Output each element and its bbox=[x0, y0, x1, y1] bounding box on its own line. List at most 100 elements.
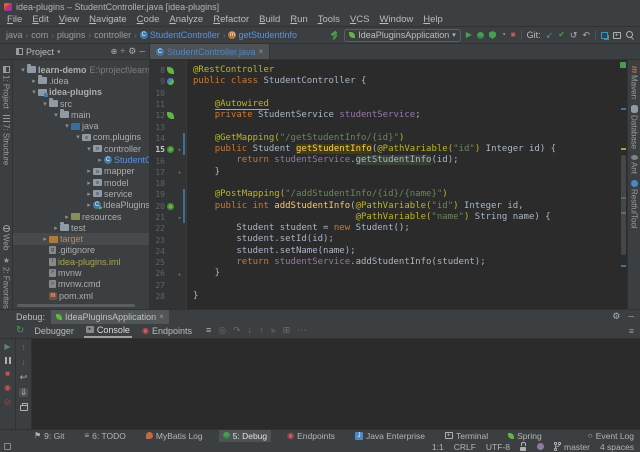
bottom-toolwindow-java-enterprise[interactable]: JJava Enterprise bbox=[351, 430, 429, 442]
chevron-down-icon[interactable]: ▾ bbox=[41, 100, 49, 108]
terminal-icon[interactable]: ▸ bbox=[613, 32, 621, 39]
coverage-icon[interactable] bbox=[489, 31, 496, 39]
pause-icon[interactable] bbox=[5, 357, 11, 364]
chevron-down-icon[interactable]: ▾ bbox=[57, 48, 61, 56]
spring-leaf-icon[interactable] bbox=[167, 67, 174, 74]
view-breakpoints-icon[interactable]: ◉ bbox=[4, 384, 11, 392]
bottom-toolwindow-5-debug[interactable]: 5: Debug bbox=[219, 430, 272, 442]
menu-edit[interactable]: Edit bbox=[27, 14, 53, 25]
chevron-down-icon[interactable]: ▾ bbox=[74, 133, 82, 141]
line-separator[interactable]: CRLF bbox=[454, 442, 476, 452]
fold-close-icon[interactable]: ▴ bbox=[175, 270, 184, 278]
toolwindow-button-7-structure[interactable]: 7: Structure bbox=[2, 115, 11, 165]
event-log-button[interactable]: ○Event Log bbox=[588, 431, 634, 441]
breadcrumb-com[interactable]: com bbox=[31, 30, 48, 40]
close-icon[interactable]: × bbox=[259, 47, 264, 56]
chevron-right-icon[interactable]: ▸ bbox=[85, 201, 93, 209]
debug-tab-endpoints[interactable]: ◉Endpoints bbox=[140, 325, 194, 337]
tree-horizontal-scrollbar[interactable] bbox=[17, 304, 135, 307]
spring-bean-icon[interactable] bbox=[167, 78, 174, 85]
chevron-down-icon[interactable]: ▾ bbox=[19, 66, 27, 74]
run-config-selector[interactable]: IdeaPluginsApplication▾ bbox=[344, 29, 461, 42]
bottom-toolwindow-6-todo[interactable]: ≡6: TODO bbox=[80, 430, 129, 442]
editor-gutter[interactable]: 89101112131415▾1617▴18192021▾2223242526▴… bbox=[150, 60, 187, 309]
breadcrumb-studentcontroller[interactable]: CStudentController bbox=[140, 30, 220, 40]
debug-session-tab[interactable]: IdeaPluginsApplication × bbox=[51, 310, 169, 324]
tree-item-service[interactable]: ▸service bbox=[13, 188, 149, 199]
tree-item-com-plugins[interactable]: ▾com.plugins bbox=[13, 132, 149, 143]
run-to-cursor-icon[interactable]: » bbox=[271, 326, 276, 335]
menu-refactor[interactable]: Refactor bbox=[208, 14, 254, 25]
toolwindow-button-2-favorites[interactable]: ★2: Favorites bbox=[2, 256, 11, 309]
step-out-icon[interactable]: ↑ bbox=[259, 326, 264, 335]
chevron-down-icon[interactable]: ▾ bbox=[52, 111, 60, 119]
git-update-icon[interactable]: ↙ bbox=[546, 31, 554, 40]
close-icon[interactable]: × bbox=[159, 312, 164, 321]
menu-view[interactable]: View bbox=[54, 14, 84, 25]
stop-icon[interactable]: ■ bbox=[5, 370, 10, 378]
tree-item-idea-plugins[interactable]: ▾idea-plugins bbox=[13, 87, 149, 98]
rerun-icon[interactable]: ↻ bbox=[16, 326, 24, 336]
scroll-to-end-icon[interactable]: ⇓ bbox=[19, 388, 29, 397]
tree-item-ideapluginsapplication[interactable]: ▸CIdeaPluginsApplication bbox=[13, 200, 149, 211]
menu-analyze[interactable]: Analyze bbox=[164, 14, 208, 25]
chevron-down-icon[interactable]: ▾ bbox=[63, 122, 71, 130]
menu-code[interactable]: Code bbox=[132, 14, 165, 25]
chevron-right-icon[interactable]: ▸ bbox=[63, 213, 71, 221]
toolwindow-button-1-project[interactable]: 1: Project bbox=[2, 66, 11, 109]
breadcrumb-plugins[interactable]: plugins bbox=[57, 30, 86, 40]
tree-item-src[interactable]: ▾src bbox=[13, 98, 149, 109]
chevron-right-icon[interactable]: ▸ bbox=[85, 179, 93, 187]
menu-run[interactable]: Run bbox=[285, 14, 312, 25]
tree-item-main[interactable]: ▾main bbox=[13, 109, 149, 120]
menu-help[interactable]: Help bbox=[418, 14, 448, 25]
file-encoding[interactable]: UTF-8 bbox=[486, 442, 510, 452]
step-into-icon[interactable]: ↓ bbox=[248, 326, 253, 335]
tree-item-controller[interactable]: ▾controller bbox=[13, 143, 149, 154]
tree-item-mvnw-cmd[interactable]: >mvnw.cmd bbox=[13, 279, 149, 290]
bottom-toolwindow-terminal[interactable]: ▸Terminal bbox=[441, 430, 492, 442]
breadcrumb-getstudentinfo[interactable]: mgetStudentInfo bbox=[228, 30, 297, 40]
tree-item-target[interactable]: ▸target bbox=[13, 233, 149, 244]
step-over-icon[interactable]: ↷ bbox=[233, 326, 241, 335]
bottom-toolwindow-9-git[interactable]: ⚑9: Git bbox=[30, 430, 68, 442]
request-mapping-icon[interactable] bbox=[165, 203, 175, 210]
bottom-toolwindow-mybatis-log[interactable]: MyBatis Log bbox=[142, 430, 207, 442]
autowired-bean-icon[interactable] bbox=[167, 112, 174, 119]
caret-position[interactable]: 1:1 bbox=[432, 442, 444, 452]
chevron-right-icon[interactable]: ▸ bbox=[52, 224, 60, 232]
menu-window[interactable]: Window bbox=[374, 14, 418, 25]
toolwindow-button-database[interactable]: Database bbox=[630, 105, 639, 149]
run-icon[interactable]: ▶ bbox=[466, 31, 472, 39]
soft-wrap-icon[interactable]: ↩ bbox=[20, 373, 28, 382]
tree-item-resources[interactable]: ▸resources bbox=[13, 211, 149, 222]
tree-item-studentcontroller[interactable]: ▸CStudentController bbox=[13, 154, 149, 165]
chevron-right-icon[interactable]: ▸ bbox=[96, 156, 104, 164]
tree-item-mapper[interactable]: ▸mapper bbox=[13, 166, 149, 177]
autowired-bean-icon[interactable] bbox=[165, 112, 175, 119]
tree-item-test[interactable]: ▸test bbox=[13, 222, 149, 233]
toolwindow-button-maven[interactable]: mMaven bbox=[630, 66, 639, 99]
toolwindow-button-web[interactable]: Web bbox=[2, 225, 11, 250]
chevron-right-icon[interactable]: ▸ bbox=[85, 167, 93, 175]
breadcrumb-java[interactable]: java bbox=[6, 30, 23, 40]
more-options-icon[interactable]: ⋯ bbox=[297, 326, 306, 335]
print-icon[interactable] bbox=[20, 405, 28, 411]
menu-file[interactable]: File bbox=[2, 14, 27, 25]
tree-item-mvnw[interactable]: >mvnw bbox=[13, 267, 149, 278]
build-hammer-icon[interactable] bbox=[330, 31, 339, 40]
git-rollback-icon[interactable]: ↶ bbox=[582, 31, 590, 40]
hide-panel-icon[interactable]: ─ bbox=[628, 312, 634, 321]
breadcrumb-controller[interactable]: controller bbox=[94, 30, 131, 40]
down-stack-icon[interactable]: ↓ bbox=[21, 358, 26, 367]
menu-vcs[interactable]: VCS bbox=[345, 14, 375, 25]
debug-tab-console[interactable]: ▸Console bbox=[84, 324, 132, 338]
fold-close-icon[interactable]: ▴ bbox=[175, 168, 184, 176]
stop-icon[interactable]: ■ bbox=[511, 31, 516, 39]
up-stack-icon[interactable]: ↑ bbox=[21, 343, 26, 352]
indent-style[interactable]: 4 spaces bbox=[600, 442, 634, 452]
spring-bean-icon[interactable] bbox=[165, 78, 175, 85]
bottom-toolwindow-endpoints[interactable]: ◉Endpoints bbox=[283, 430, 339, 442]
inspection-status-indicator[interactable] bbox=[620, 62, 626, 68]
tree-item-pom-xml[interactable]: mpom.xml bbox=[13, 290, 149, 301]
